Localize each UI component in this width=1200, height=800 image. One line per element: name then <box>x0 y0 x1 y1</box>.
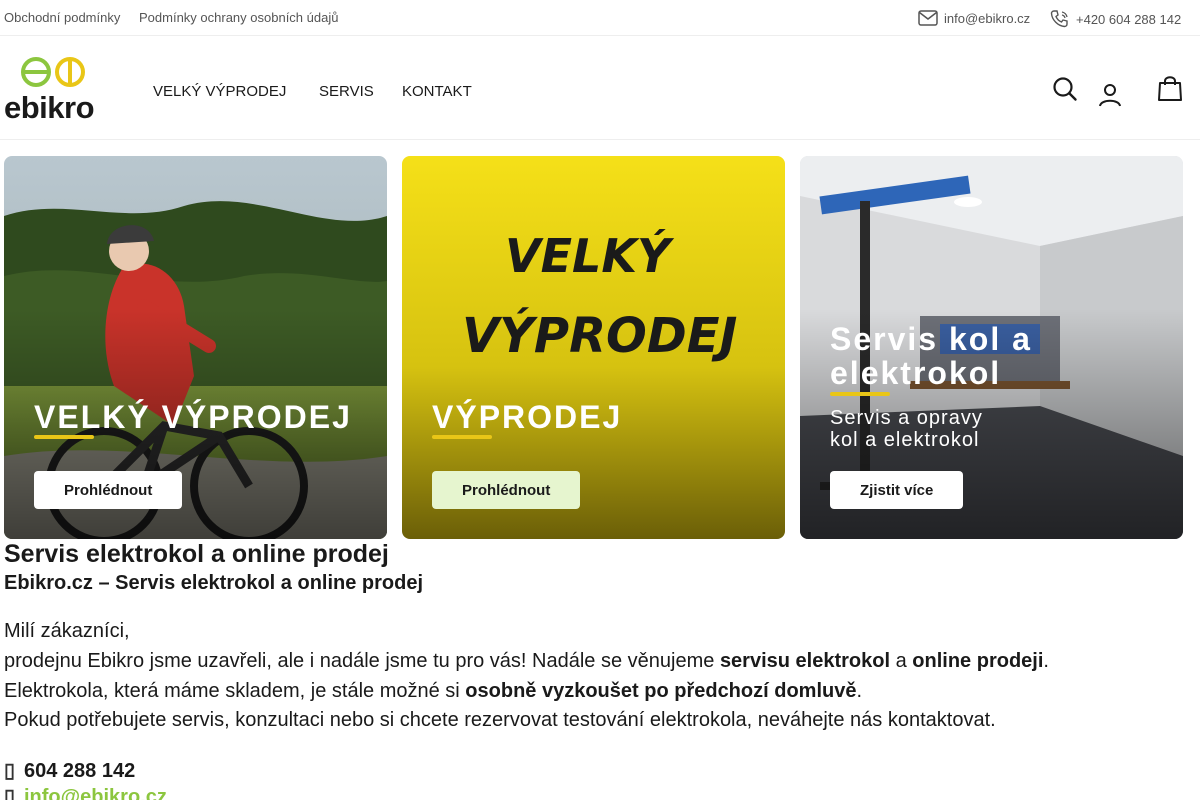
page-subtitle: Ebikro.cz – Servis elektrokol a online p… <box>4 572 424 594</box>
learn-more-button[interactable]: Zjistit více <box>830 471 964 509</box>
nav-kontakt[interactable]: KONTAKT <box>402 83 472 100</box>
title-underline <box>830 392 890 396</box>
greeting: Milí zákazníci, <box>4 620 130 642</box>
nav-velky-vyprodej[interactable]: VELKÝ VÝPRODEJ <box>153 83 286 100</box>
paragraph-line-2: Elektrokola, která máme skladem, je stál… <box>4 680 863 702</box>
logo[interactable]: ebikro <box>4 56 104 125</box>
title-underline <box>432 435 492 439</box>
mail-icon <box>918 10 938 26</box>
user-icon[interactable] <box>1098 82 1122 108</box>
card-title: VELKÝ VÝPRODEJ <box>34 399 352 435</box>
banner-text-vyprodej: VÝPRODEJ <box>462 307 737 364</box>
browse-button[interactable]: Prohlédnout <box>34 471 183 509</box>
privacy-link[interactable]: Podmínky ochrany osobních údajů <box>139 10 338 25</box>
phone-icon: ▯ <box>4 760 16 782</box>
logo-mark-icon <box>21 57 85 87</box>
card-title: VÝPRODEJ <box>432 399 623 435</box>
logo-text: ebikro <box>4 90 95 125</box>
card-subtitle: Servis a opravy kol a elektrokol <box>830 407 983 451</box>
page-title: Servis elektrokol a online prodej <box>4 540 389 568</box>
topbar-email[interactable]: info@ebikro.cz <box>918 10 1030 26</box>
contact-phone[interactable]: ▯ 604 288 142 <box>4 758 135 783</box>
site-header: ebikro VELKÝ VÝPRODEJ SERVIS KONTAKT <box>0 36 1200 140</box>
title-underline <box>34 435 94 439</box>
card-vyprodej[interactable]: VELKÝ VÝPRODEJ VÝPRODEJ Prohlédnout <box>402 156 785 539</box>
cart-icon[interactable] <box>1156 74 1184 102</box>
paragraph-line-1: prodejnu Ebikro jsme uzavřeli, ale i nad… <box>4 650 1049 672</box>
mail-icon: ▯ <box>4 786 16 800</box>
terms-link[interactable]: Obchodní podmínky <box>4 10 120 25</box>
phone-icon <box>1050 10 1068 28</box>
banner-text-velky: VELKÝ <box>505 229 675 283</box>
card-servis[interactable]: Servis kol a elektrokol Servis a opravy … <box>800 156 1183 539</box>
card-velky-vyprodej[interactable]: VELKÝ VÝPRODEJ Prohlédnout <box>4 156 387 539</box>
search-icon[interactable] <box>1052 76 1078 102</box>
top-bar: Obchodní podmínky Podmínky ochrany osobn… <box>0 0 1200 36</box>
phone-text: +420 604 288 142 <box>1076 11 1182 27</box>
browse-button[interactable]: Prohlédnout <box>432 471 581 509</box>
paragraph-line-3: Pokud potřebujete servis, konzultaci neb… <box>4 709 996 731</box>
topbar-phone[interactable]: +420 604 288 142 <box>1050 10 1181 28</box>
email-text: info@ebikro.cz <box>944 10 1031 26</box>
nav-servis[interactable]: SERVIS <box>319 83 374 100</box>
contact-email[interactable]: ▯ info@ebikro.cz <box>4 784 167 800</box>
card-title: Servis kol a elektrokol <box>830 321 1032 391</box>
